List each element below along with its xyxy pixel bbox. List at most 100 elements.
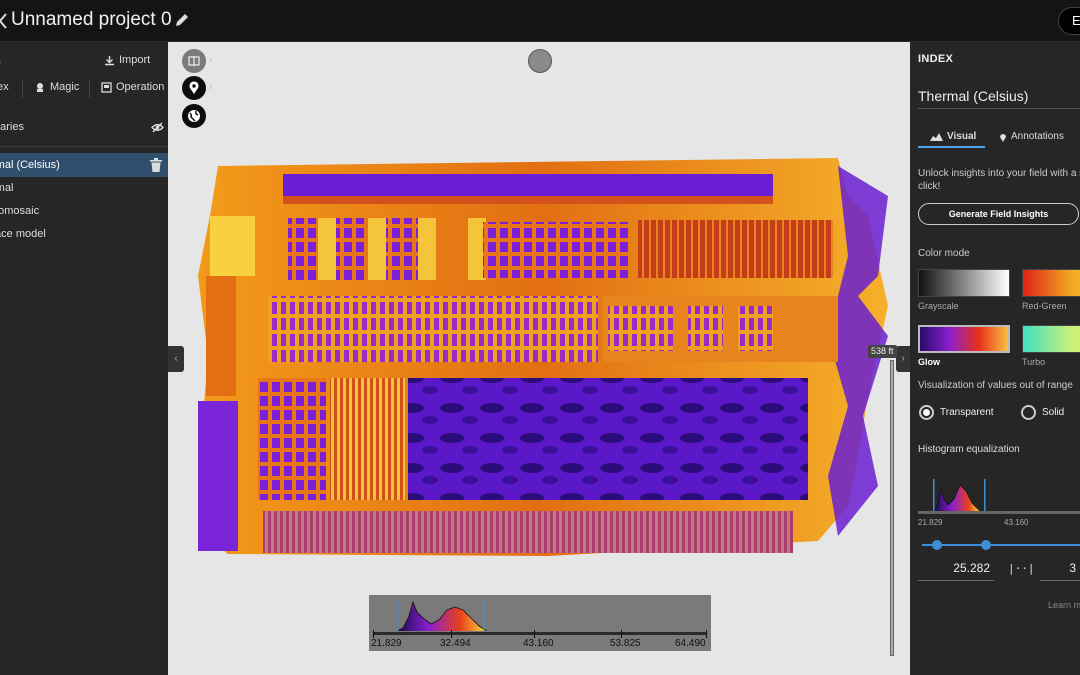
- trash-icon[interactable]: [150, 158, 162, 172]
- left-panel-tabs: ex Magic Operation: [0, 78, 168, 100]
- project-title[interactable]: Unnamed project 0: [11, 9, 172, 31]
- magic-icon: [37, 83, 43, 92]
- tab-annotations[interactable]: Annotations: [999, 131, 1064, 142]
- chevron-right-icon: ›: [209, 55, 213, 66]
- equalization-max-handle[interactable]: [984, 479, 986, 511]
- eye-off-icon[interactable]: [151, 121, 164, 134]
- location-pin-icon: [189, 81, 199, 94]
- histogram-tick-label: 64.490: [675, 638, 706, 649]
- range-slider[interactable]: [922, 544, 1080, 546]
- boundaries-row[interactable]: daries: [0, 120, 168, 136]
- collapse-right-panel-button[interactable]: ›: [896, 346, 910, 372]
- equalization-tick-label: 43.160: [1004, 518, 1029, 527]
- generate-field-insights-button[interactable]: Generate Field Insights: [918, 203, 1079, 225]
- histogram-tick-label: 32.494: [440, 638, 471, 649]
- max-value-input[interactable]: 3: [1040, 561, 1080, 581]
- tab-visual[interactable]: Visual: [930, 131, 976, 142]
- radio-transparent-label: Transparent: [940, 407, 994, 418]
- compass-button[interactable]: [528, 49, 552, 73]
- top-bar: Unnamed project 0 Ex: [0, 0, 1080, 42]
- globe-icon: [188, 110, 200, 122]
- histogram-tick-label: 21.829: [371, 638, 402, 649]
- left-panel-divider: [0, 146, 168, 147]
- operation-icon: [101, 81, 112, 93]
- color-mode-label-turbo: Turbo: [1022, 357, 1046, 367]
- histogram-tick: [534, 630, 535, 638]
- insights-text: Unlock insights into your field with a s…: [918, 167, 1080, 193]
- collapse-left-panel-button[interactable]: ‹: [168, 346, 184, 372]
- radio-solid[interactable]: [1021, 405, 1036, 420]
- scale-label: 538 ft: [868, 345, 897, 358]
- insights-text-line: click!: [918, 181, 941, 192]
- layer-item-label: rmal (Celsius): [0, 159, 60, 171]
- basemap-button[interactable]: [182, 104, 206, 128]
- range-slider-max-knob[interactable]: [981, 540, 991, 550]
- radio-transparent[interactable]: [919, 405, 934, 420]
- chart-icon: [930, 133, 943, 141]
- map-viewport[interactable]: › › ‹ › 538 ft 21.829 32.494 43.160 53.8…: [168, 42, 910, 675]
- histogram-tick-label: 43.160: [523, 638, 554, 649]
- layer-item-thermal-celsius[interactable]: rmal (Celsius): [0, 153, 168, 177]
- split-view-icon: [188, 56, 200, 66]
- layer-name-underline: [918, 108, 1080, 109]
- scale-bar: [890, 360, 894, 656]
- active-tab-indicator: [918, 146, 985, 148]
- layer-item-label: face model: [0, 228, 46, 240]
- tab-separator: [89, 80, 90, 98]
- tab-magic[interactable]: Magic: [34, 81, 79, 93]
- section-title: INDEX: [918, 53, 954, 65]
- tab-separator: [22, 80, 23, 98]
- pencil-icon[interactable]: [174, 12, 190, 28]
- tab-operation-label: Operation: [116, 81, 165, 93]
- color-mode-label-glow: Glow: [918, 357, 940, 367]
- histogram-tick: [621, 630, 622, 638]
- split-view-button[interactable]: [182, 49, 206, 73]
- insights-text-line: Unlock insights into your field with a s: [918, 168, 1080, 179]
- min-value-input[interactable]: 25.282: [918, 561, 994, 581]
- range-icon: |··|: [1008, 562, 1035, 575]
- color-mode-turbo[interactable]: [1022, 325, 1080, 353]
- histogram-tick: [373, 630, 374, 638]
- histogram-track: [373, 632, 707, 635]
- histogram-overlay[interactable]: 21.829 32.494 43.160 53.825 64.490: [369, 595, 711, 651]
- app-root: Unnamed project 0 Ex • Import ex Magic: [0, 0, 1080, 675]
- histogram-tick: [706, 630, 707, 638]
- tab-index[interactable]: ex: [0, 81, 9, 93]
- pin-icon: [1000, 133, 1006, 142]
- layer-name-select[interactable]: Thermal (Celsius): [918, 88, 1028, 104]
- layer-item-surface-model[interactable]: face model: [0, 222, 168, 246]
- color-mode-glow[interactable]: [918, 325, 1010, 353]
- learn-more-link[interactable]: Learn m: [1048, 600, 1080, 610]
- back-chevron-icon[interactable]: [0, 11, 10, 31]
- menu-dot-icon: •: [0, 57, 1, 69]
- right-panel: INDEX Thermal (Celsius) Visual Annotatio…: [910, 42, 1080, 675]
- color-mode-label-grayscale: Grayscale: [918, 301, 959, 311]
- tab-visual-label: Visual: [947, 131, 977, 142]
- histogram-tick-label: 53.825: [610, 638, 641, 649]
- import-button[interactable]: Import: [104, 54, 150, 66]
- tab-magic-label: Magic: [50, 81, 80, 93]
- histogram-max-handle[interactable]: [483, 598, 485, 631]
- tab-index-label: ex: [0, 81, 9, 93]
- left-panel: • Import ex Magic Operation daries: [0, 42, 168, 675]
- layer-item-orthomosaic[interactable]: homosaic: [0, 199, 168, 223]
- location-button[interactable]: [182, 76, 206, 100]
- out-of-range-label: Visualization of values out of range: [918, 380, 1073, 391]
- histogram-plot: [397, 598, 487, 631]
- left-panel-header: • Import: [0, 52, 168, 72]
- layer-item-label: rmal: [0, 182, 14, 194]
- histogram-min-handle[interactable]: [397, 598, 399, 631]
- range-slider-min-knob[interactable]: [932, 540, 942, 550]
- import-icon: [105, 55, 114, 65]
- export-button[interactable]: Ex: [1058, 7, 1080, 35]
- histogram-equalization-label: Histogram equalization: [918, 444, 1020, 455]
- layer-item-label: homosaic: [0, 205, 40, 217]
- equalization-min-handle[interactable]: [933, 479, 935, 511]
- import-label: Import: [119, 54, 151, 66]
- boundaries-label: daries: [0, 121, 24, 133]
- color-mode-red-green[interactable]: [1022, 269, 1080, 297]
- tab-operation[interactable]: Operation: [101, 81, 164, 93]
- tab-annotations-label: Annotations: [1011, 131, 1064, 142]
- layer-item-thermal[interactable]: rmal: [0, 176, 168, 200]
- color-mode-grayscale[interactable]: [918, 269, 1010, 297]
